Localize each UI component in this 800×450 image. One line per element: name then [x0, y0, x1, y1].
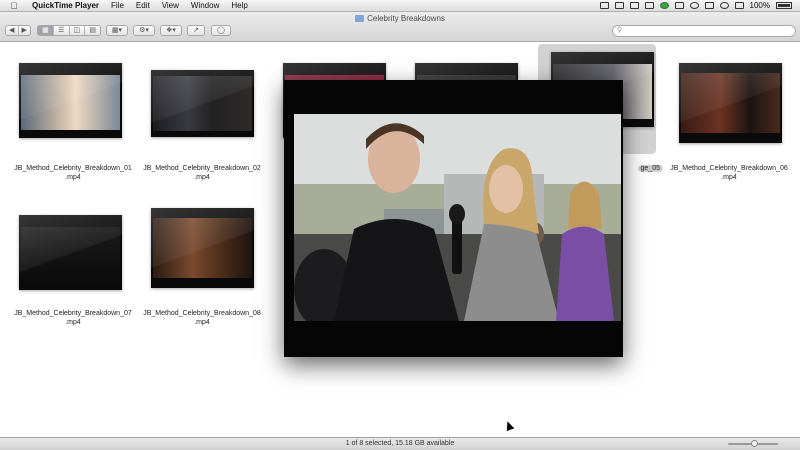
video-frame	[21, 75, 120, 130]
menu-app-name[interactable]: QuickTime Player	[32, 0, 99, 12]
file-label-01[interactable]: JB_Method_Celebrity_Breakdown_01 .mp4	[10, 164, 136, 182]
file-label-07[interactable]: JB_Method_Celebrity_Breakdown_07 .mp4	[10, 309, 136, 327]
screen:  QuickTime Player File Edit View Window…	[0, 0, 800, 450]
tag-icon: ◯	[217, 27, 225, 34]
apple-icon[interactable]: 	[8, 0, 20, 12]
video-frame-art	[294, 114, 621, 321]
icon-view-icon[interactable]: ▦	[38, 26, 54, 35]
video-frame	[681, 73, 780, 133]
bluetooth-icon[interactable]	[704, 2, 714, 9]
battery-percent[interactable]: 100%	[750, 0, 770, 12]
dropbox-icon[interactable]	[629, 2, 639, 9]
back-forward-buttons: ◀ ▶	[5, 25, 31, 36]
menu-file[interactable]: File	[111, 0, 124, 12]
share-button[interactable]: ↗	[187, 25, 205, 36]
folder-icon	[355, 15, 365, 22]
icon-size-slider[interactable]	[728, 440, 778, 447]
menu-edit[interactable]: Edit	[136, 0, 150, 12]
video-frame	[153, 76, 252, 131]
status-text: 1 of 8 selected, 15.18 GB available	[345, 440, 455, 447]
view-mode-buttons: ▦ ☰ ◫ ▤	[37, 25, 101, 36]
search-icon: ⚲	[617, 27, 623, 34]
list-view-icon[interactable]: ☰	[54, 26, 70, 35]
video-frame	[153, 218, 252, 278]
arrange-icon: ▦▾	[111, 27, 123, 34]
action-button[interactable]: ⚙▾	[133, 25, 155, 36]
file-thumbnail-07[interactable]	[19, 215, 122, 290]
finder-toolbar: Celebrity Breakdowns ◀ ▶ ▦ ☰ ◫ ▤ ▦▾ ⚙▾ ❖…	[0, 12, 800, 42]
evernote-icon[interactable]	[659, 2, 669, 9]
file-thumbnail-08[interactable]	[151, 208, 254, 288]
video-frame	[21, 227, 120, 282]
status-bar: 1 of 8 selected, 15.18 GB available	[0, 437, 800, 450]
file-label-08[interactable]: JB_Method_Celebrity_Breakdown_08 .mp4	[139, 309, 265, 327]
dropbox-icon: ❖▾	[166, 27, 176, 34]
battery-icon[interactable]	[776, 2, 792, 9]
airplay-icon[interactable]	[674, 2, 684, 9]
arrange-button[interactable]: ▦▾	[106, 25, 128, 36]
menu-help[interactable]: Help	[231, 0, 247, 12]
camera-icon[interactable]	[614, 2, 624, 9]
file-label-06[interactable]: JB_Method_Celebrity_Breakdown_06 .mp4	[666, 164, 792, 182]
display-icon[interactable]	[644, 2, 654, 9]
time-machine-icon[interactable]	[689, 2, 699, 9]
coverflow-view-icon[interactable]: ▤	[85, 26, 100, 35]
search-input[interactable]: ⚲	[612, 25, 796, 37]
share-icon: ↗	[193, 27, 199, 34]
video-preview[interactable]	[294, 114, 621, 321]
screen-record-icon[interactable]	[599, 2, 609, 9]
mouse-cursor	[503, 419, 515, 432]
menu-view[interactable]: View	[162, 0, 179, 12]
status-menus: 100%	[599, 0, 800, 12]
menu-bar:  QuickTime Player File Edit View Window…	[0, 0, 800, 12]
quick-look-window[interactable]	[284, 80, 623, 357]
dropbox-button[interactable]: ❖▾	[160, 25, 182, 36]
menu-window[interactable]: Window	[191, 0, 219, 12]
column-view-icon[interactable]: ◫	[70, 26, 86, 35]
back-icon[interactable]: ◀	[6, 26, 19, 35]
file-thumbnail-02[interactable]	[151, 70, 254, 137]
gear-icon: ⚙▾	[139, 27, 149, 34]
file-label-02[interactable]: JB_Method_Celebrity_Breakdown_02 .mp4	[139, 164, 265, 182]
volume-icon[interactable]	[734, 2, 744, 9]
file-thumbnail-01[interactable]	[19, 63, 122, 138]
forward-icon[interactable]: ▶	[19, 26, 31, 35]
wifi-icon[interactable]	[719, 2, 729, 9]
file-thumbnail-06[interactable]	[679, 63, 782, 143]
tags-button[interactable]: ◯	[211, 25, 231, 36]
window-title: Celebrity Breakdowns	[0, 14, 800, 23]
slider-knob[interactable]	[751, 440, 758, 447]
